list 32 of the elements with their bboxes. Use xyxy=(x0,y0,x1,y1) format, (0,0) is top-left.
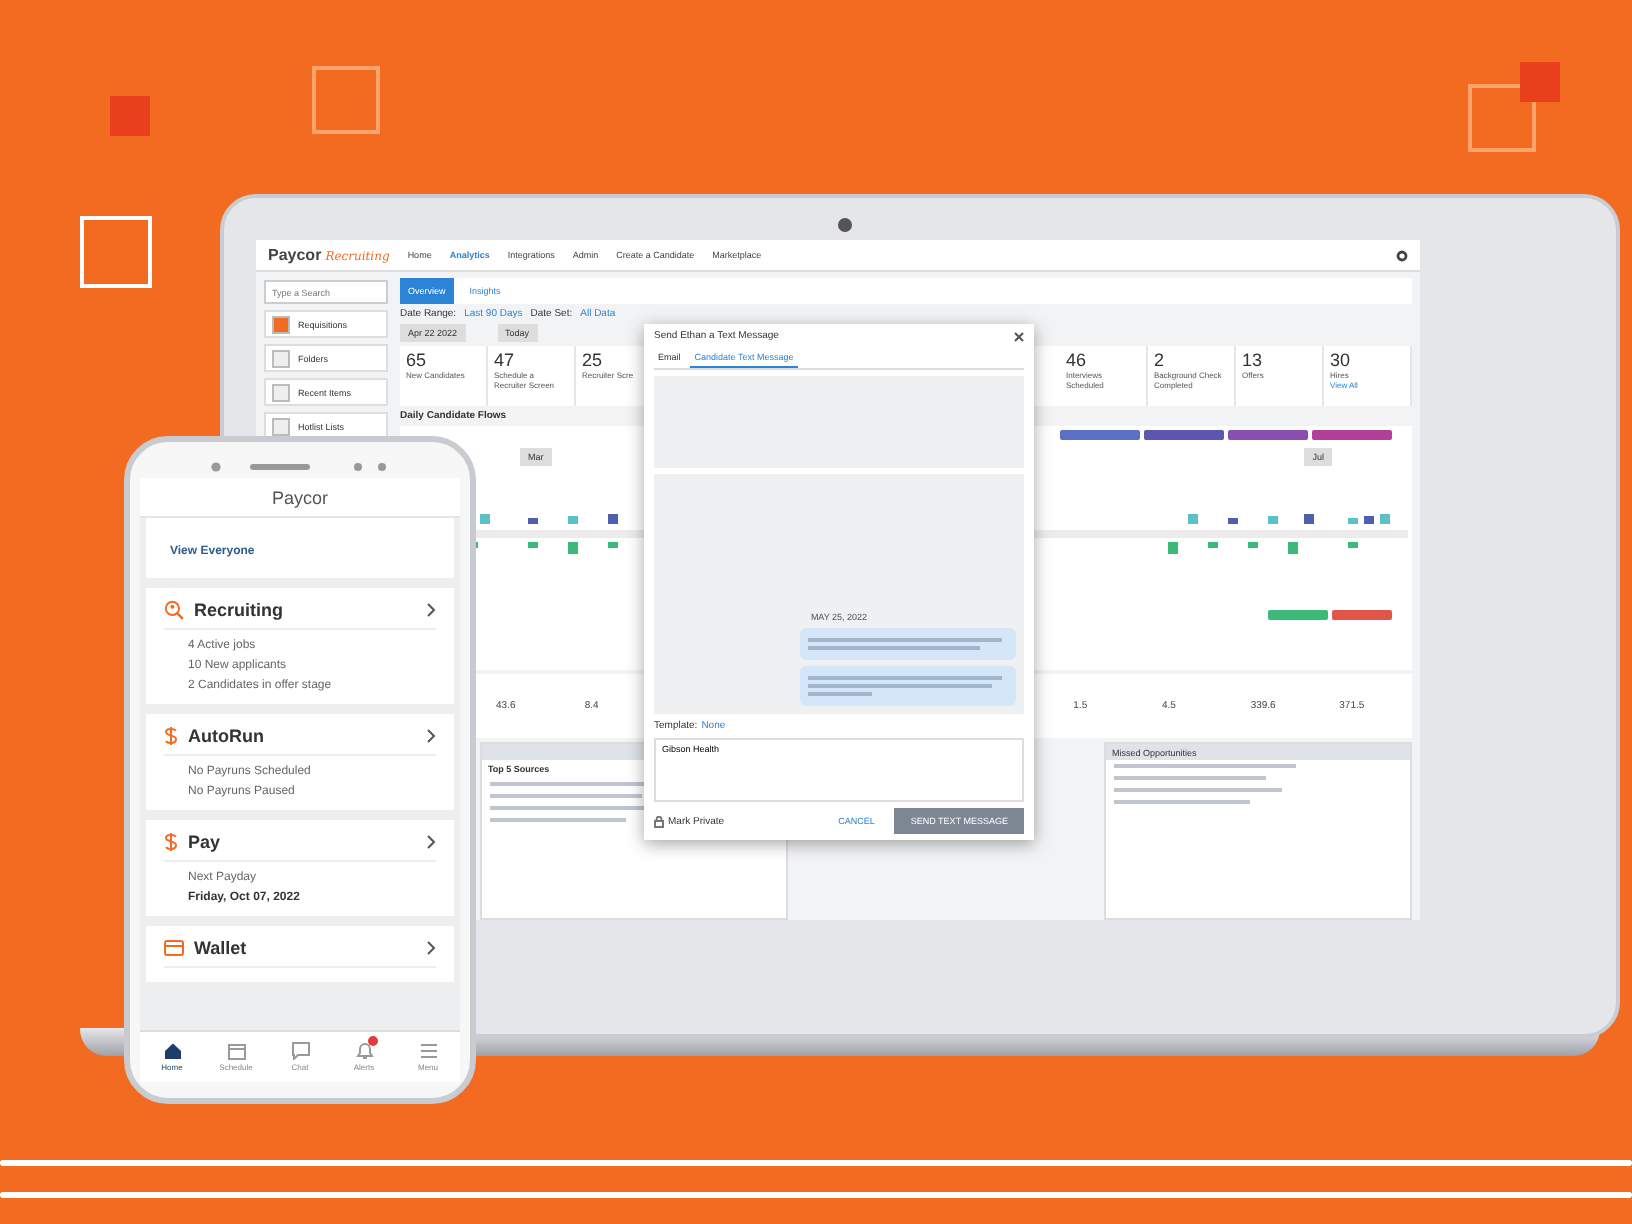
stat-value: 2 xyxy=(1154,350,1167,370)
card-title: Pay xyxy=(188,832,223,852)
stat-value: 46 xyxy=(1066,350,1089,370)
chevron-icon[interactable] xyxy=(426,602,436,618)
chevron-icon[interactable] xyxy=(426,834,436,850)
home-icon xyxy=(163,1042,181,1060)
chat-icon xyxy=(291,1042,309,1060)
wallet-icon xyxy=(164,940,184,956)
card-title: AutoRun xyxy=(188,726,266,746)
menu-icon xyxy=(419,1042,437,1060)
stat-value: 30 xyxy=(1330,350,1353,370)
square-decoration xyxy=(1520,62,1560,102)
card-title: Wallet xyxy=(194,938,249,958)
logo: Paycor xyxy=(271,487,328,507)
dollar-icon xyxy=(164,726,178,746)
lock-icon xyxy=(654,815,664,827)
chevron-icon[interactable] xyxy=(426,940,436,956)
close-icon[interactable] xyxy=(1014,331,1024,341)
stat-value: 65 xyxy=(406,350,429,370)
square-outline-decoration xyxy=(312,66,380,134)
card-title: Recruiting xyxy=(194,600,286,620)
stat-value: 47 xyxy=(494,350,517,370)
square-outline-decoration xyxy=(80,216,152,288)
calendar-icon xyxy=(227,1042,245,1060)
chevron-icon[interactable] xyxy=(426,728,436,744)
stat-value: 13 xyxy=(1242,350,1265,370)
settings-icon[interactable] xyxy=(1396,249,1408,261)
square-decoration xyxy=(110,96,150,136)
stat-value: 25 xyxy=(582,350,605,370)
bell-icon xyxy=(355,1042,373,1060)
magnifier-person-icon xyxy=(164,600,184,620)
dollar-icon xyxy=(164,832,178,852)
